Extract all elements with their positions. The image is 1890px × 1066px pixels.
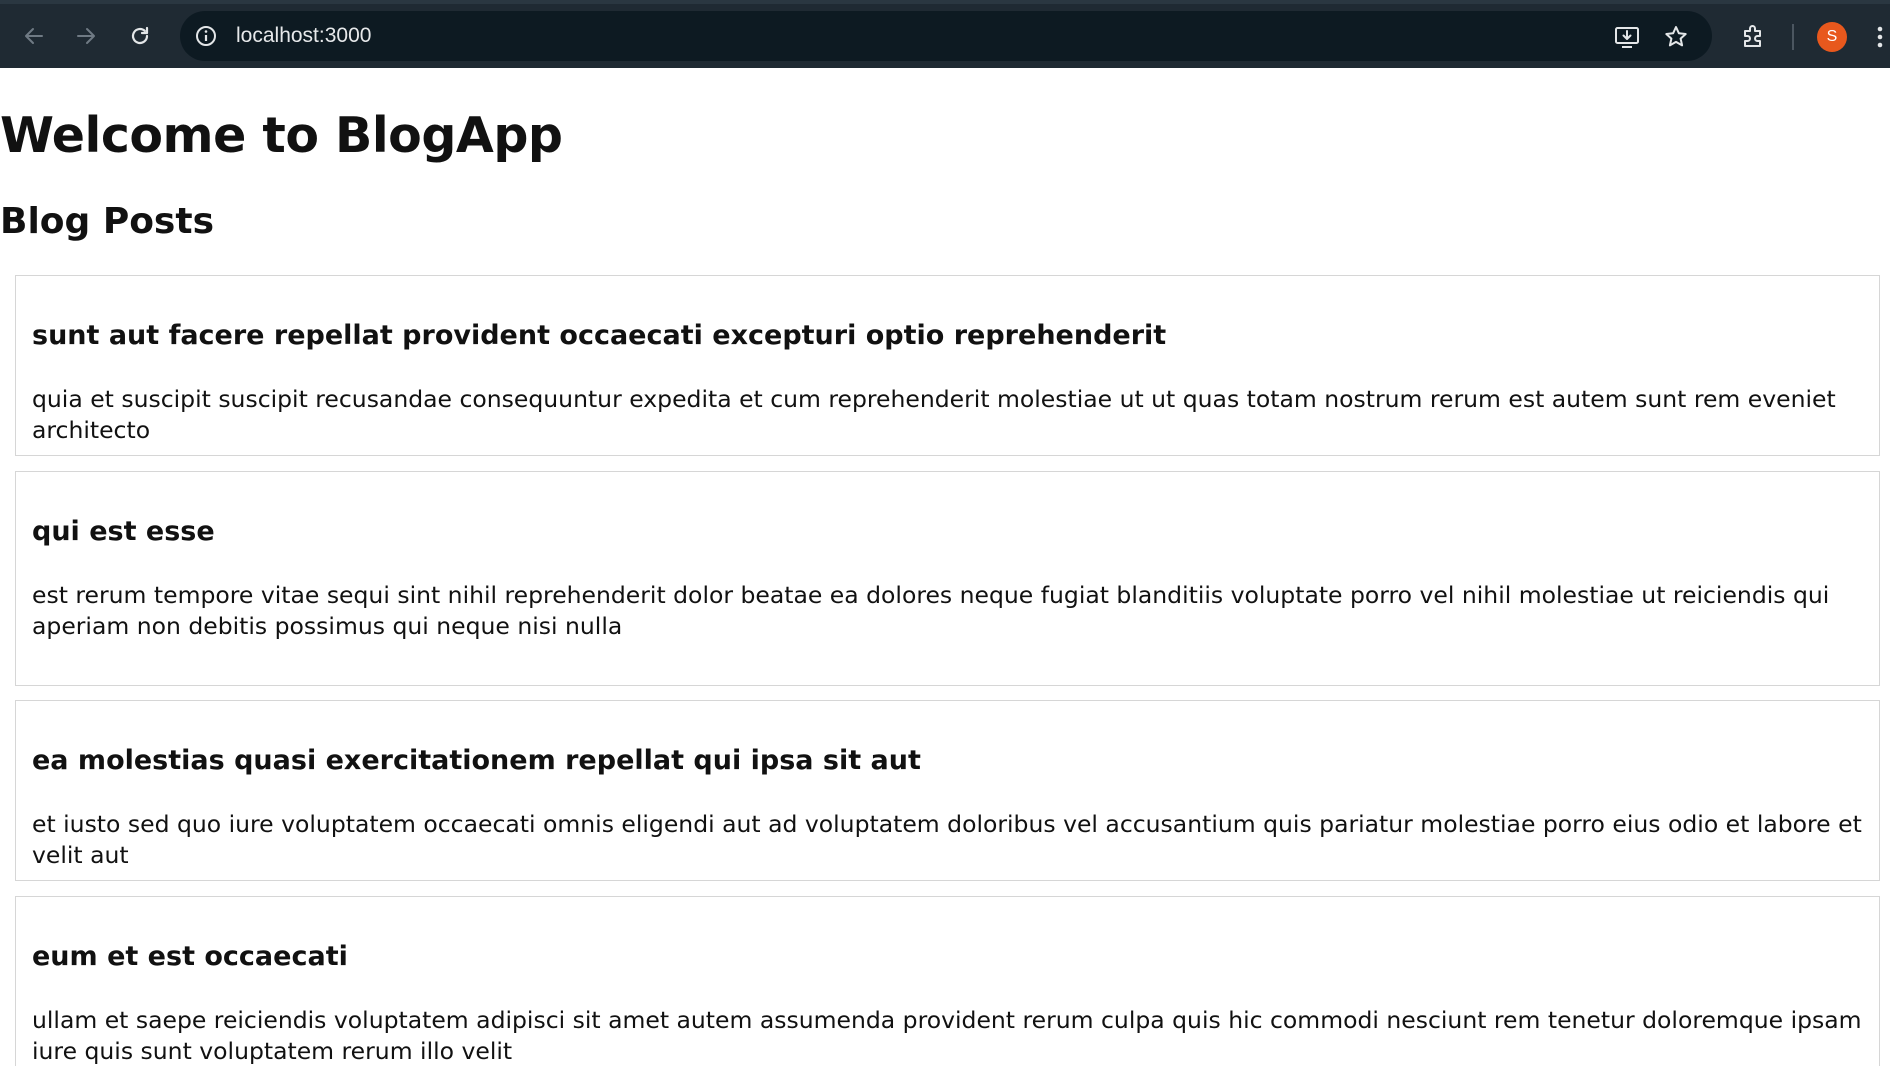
forward-button[interactable] bbox=[68, 18, 104, 54]
post-title: qui est esse bbox=[32, 516, 215, 547]
address-bar[interactable]: localhost:3000 bbox=[180, 11, 1712, 61]
post-body: est rerum tempore vitae sequi sint nihil… bbox=[32, 581, 1830, 640]
info-icon[interactable] bbox=[194, 24, 218, 48]
page-title: Welcome to BlogApp bbox=[0, 107, 563, 164]
post-title: ea molestias quasi exercitationem repell… bbox=[32, 745, 921, 776]
post-body: quia et suscipit suscipit recusandae con… bbox=[32, 385, 1836, 444]
reload-icon bbox=[128, 24, 152, 48]
install-app-icon[interactable] bbox=[1614, 24, 1640, 50]
back-button[interactable] bbox=[16, 18, 52, 54]
puzzle-icon[interactable] bbox=[1740, 22, 1768, 50]
post-title: sunt aut facere repellat provident occae… bbox=[32, 320, 1167, 351]
section-title: Blog Posts bbox=[0, 201, 214, 242]
post-card: qui est esse est rerum tempore vitae seq… bbox=[15, 471, 1880, 686]
post-title: eum et est occaecati bbox=[32, 941, 348, 972]
post-body: et iusto sed quo iure voluptatem occaeca… bbox=[32, 810, 1862, 869]
post-card: eum et est occaecati ullam et saepe reic… bbox=[15, 896, 1880, 1066]
post-card: ea molestias quasi exercitationem repell… bbox=[15, 700, 1880, 881]
reload-button[interactable] bbox=[122, 18, 158, 54]
star-icon[interactable] bbox=[1663, 24, 1689, 50]
page-content: Welcome to BlogApp Blog Posts sunt aut f… bbox=[0, 68, 1890, 1066]
arrow-right-icon bbox=[74, 24, 98, 48]
post-body: ullam et saepe reiciendis voluptatem adi… bbox=[32, 1006, 1862, 1065]
browser-toolbar: localhost:3000 S bbox=[0, 0, 1890, 68]
url-text[interactable]: localhost:3000 bbox=[236, 11, 371, 61]
arrow-left-icon bbox=[22, 24, 46, 48]
toolbar-divider bbox=[1792, 24, 1794, 50]
kebab-menu-icon[interactable] bbox=[1876, 22, 1884, 52]
profile-avatar[interactable]: S bbox=[1817, 22, 1847, 52]
post-card: sunt aut facere repellat provident occae… bbox=[15, 275, 1880, 456]
